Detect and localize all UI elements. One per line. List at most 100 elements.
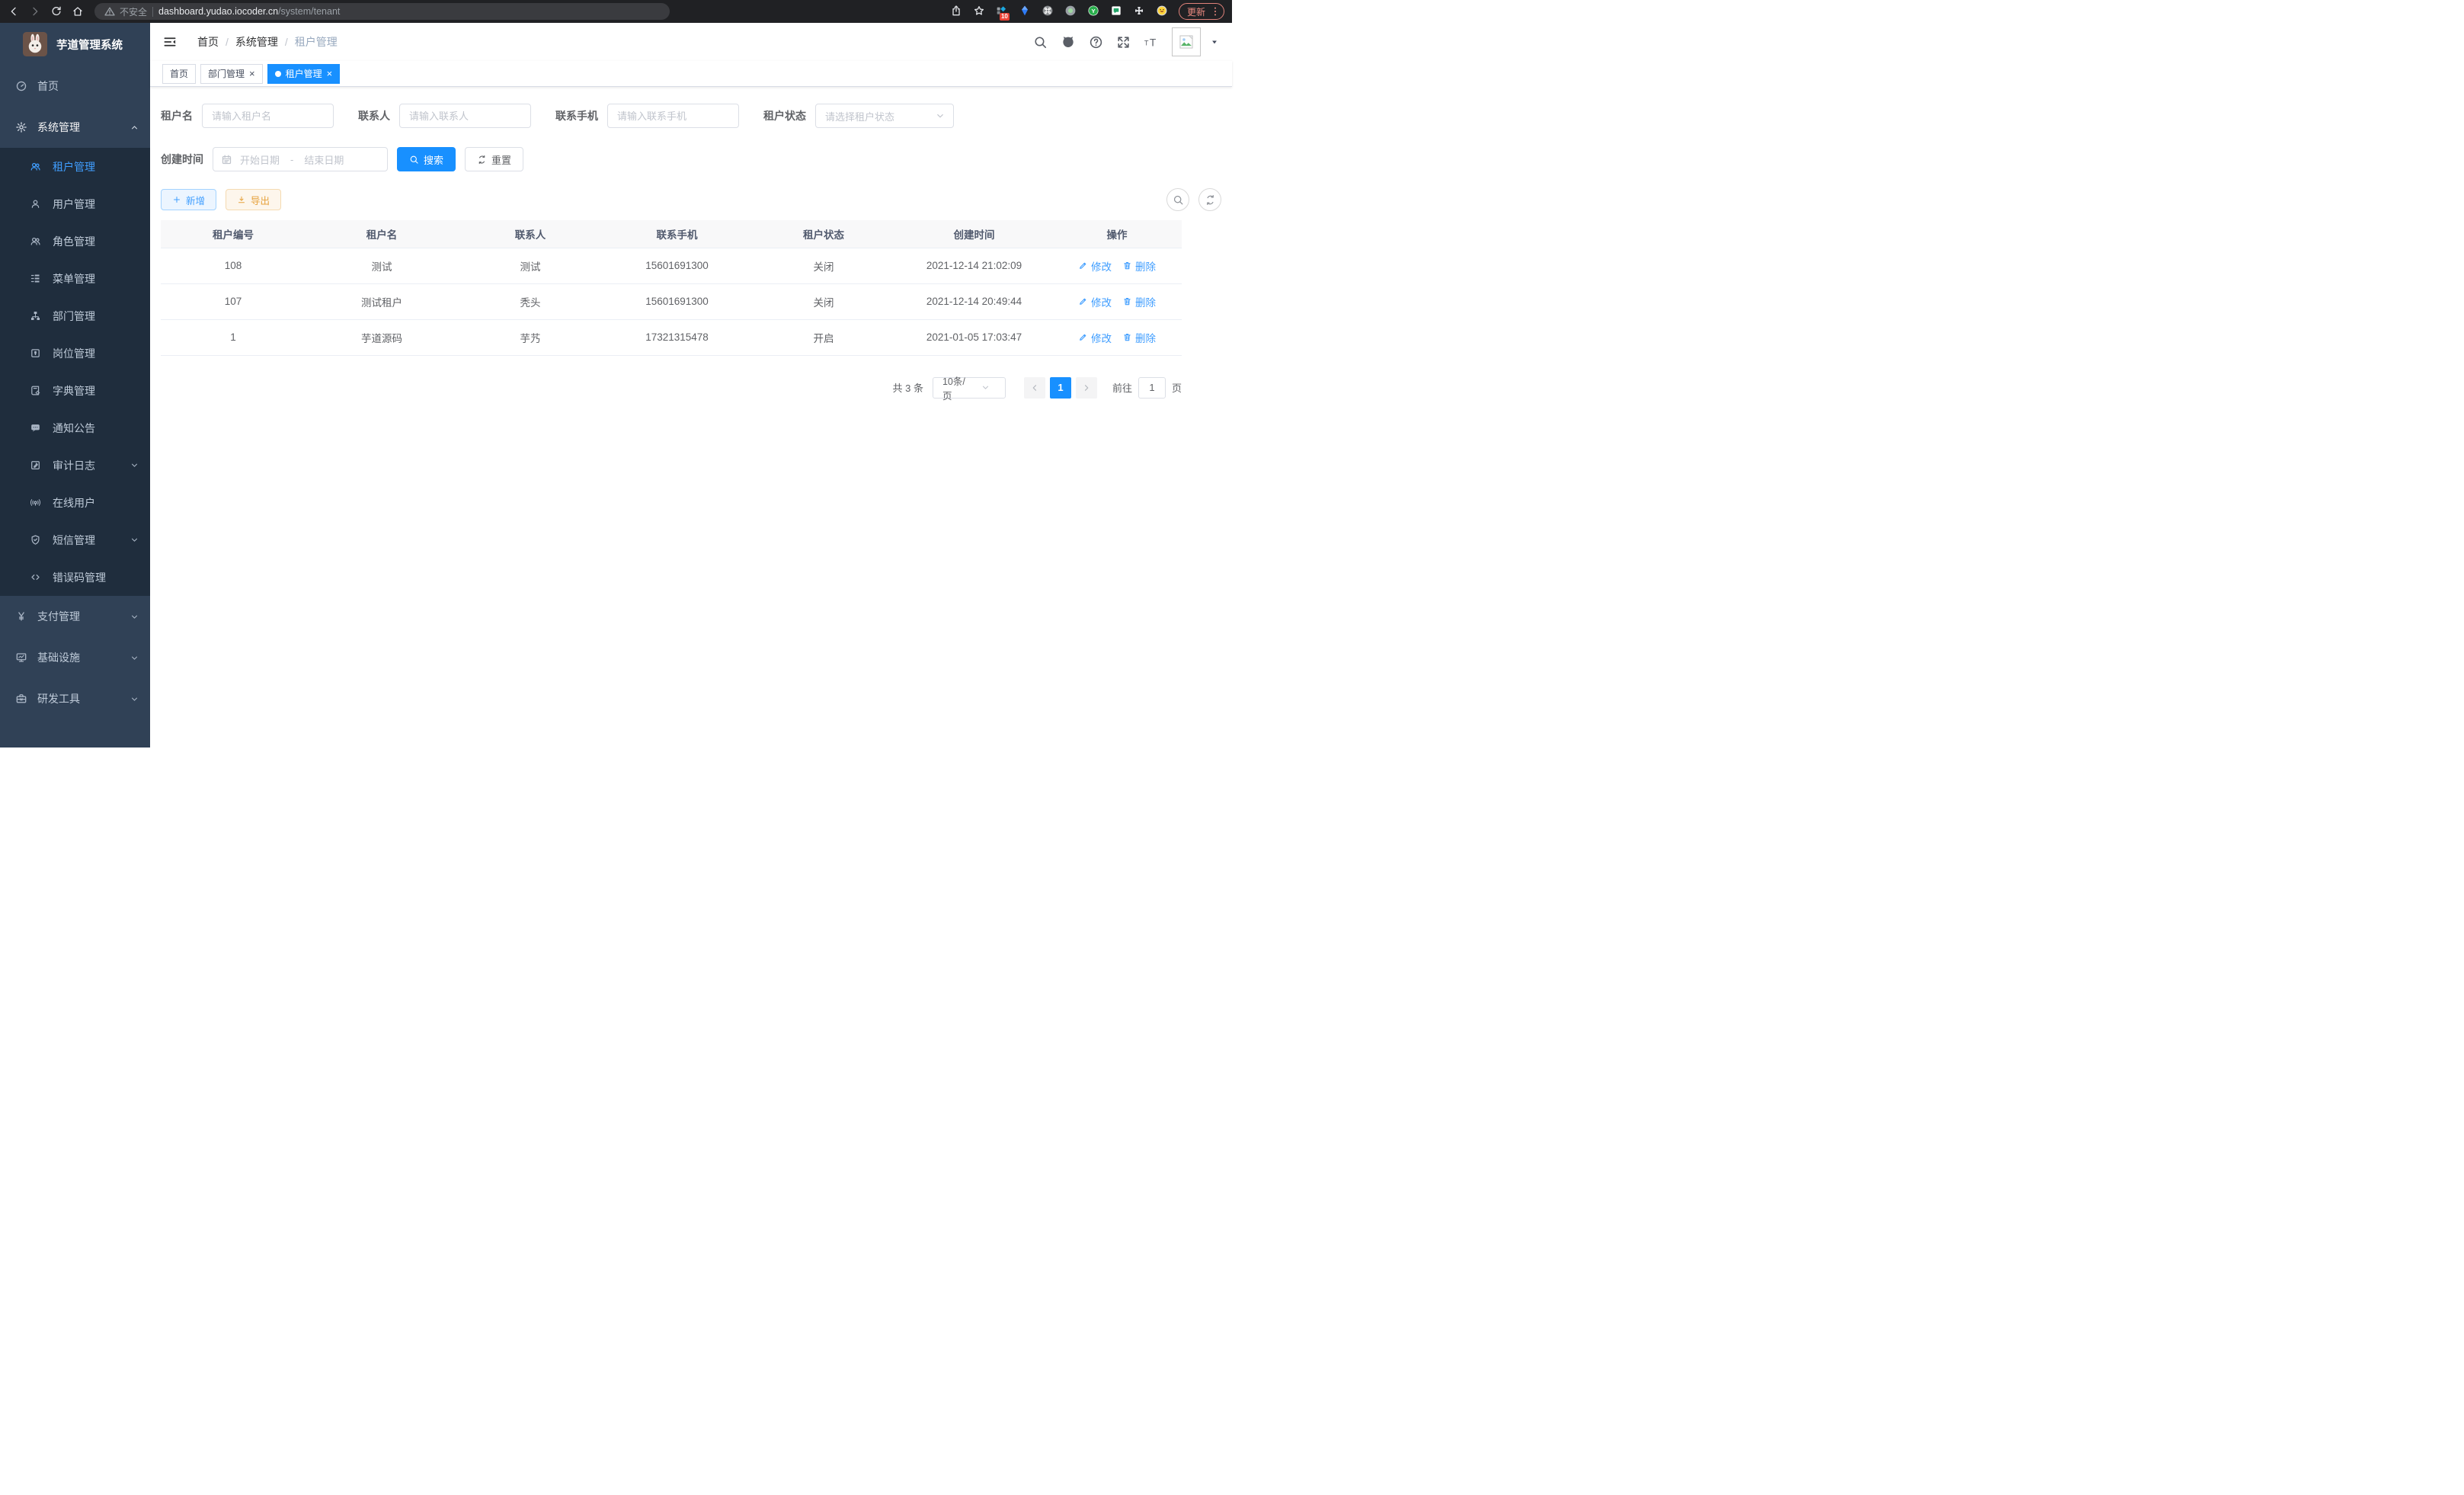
- chevron-down-icon: [130, 694, 139, 704]
- url-host: dashboard.yudao.iocoder.cn: [158, 6, 278, 17]
- avatar-dropdown-caret-icon[interactable]: [1209, 37, 1220, 47]
- extension-dot-icon[interactable]: [1064, 5, 1079, 19]
- chevron-down-icon: [130, 653, 139, 663]
- export-button-label: 导出: [251, 193, 270, 207]
- github-icon[interactable]: [1061, 34, 1076, 50]
- edit-link-label: 修改: [1091, 330, 1112, 345]
- edit-link[interactable]: 修改: [1078, 294, 1112, 309]
- filter-contact: 联系人: [358, 104, 531, 128]
- sidebar-item-12[interactable]: 短信管理: [0, 521, 150, 559]
- edit-link[interactable]: 修改: [1078, 330, 1112, 345]
- cell-created_at: 2021-01-05 17:03:47: [896, 319, 1052, 355]
- extension-kite-icon[interactable]: [1019, 5, 1033, 19]
- reset-button[interactable]: 重置: [465, 147, 523, 171]
- sidebar-item-2[interactable]: 租户管理: [0, 148, 150, 185]
- breadcrumb: 首页 / 系统管理 / 租户管理: [197, 34, 338, 50]
- profile-avatar-icon[interactable]: [1156, 5, 1170, 19]
- extension-chat-icon[interactable]: [1110, 5, 1125, 19]
- sidebar-item-1[interactable]: 系统管理: [0, 107, 150, 148]
- user-icon: [30, 198, 41, 210]
- status-select[interactable]: 请选择租户状态: [815, 104, 954, 128]
- delete-link[interactable]: 删除: [1122, 258, 1156, 274]
- address-bar[interactable]: 不安全 dashboard.yudao.iocoder.cn/system/te…: [94, 3, 670, 20]
- mobile-input[interactable]: [607, 104, 739, 128]
- browser-forward-icon[interactable]: [27, 4, 43, 19]
- people-icon: [30, 161, 41, 172]
- sidebar-item-9[interactable]: 通知公告: [0, 409, 150, 447]
- page-number-1[interactable]: 1: [1050, 377, 1071, 399]
- yen-icon: [15, 610, 27, 623]
- page-content: 租户名 联系人 联系手机 租户状态 请选择租户状态: [150, 87, 1232, 748]
- extension-y-icon[interactable]: Y: [1087, 5, 1102, 19]
- sidebar-item-16[interactable]: 研发工具: [0, 678, 150, 719]
- browser-menu-icon[interactable]: [1209, 5, 1221, 18]
- search-button[interactable]: 搜索: [397, 147, 456, 171]
- tab-close-icon[interactable]: ×: [327, 69, 333, 78]
- screen: 不安全 dashboard.yudao.iocoder.cn/system/te…: [0, 0, 1232, 748]
- extension-command-icon[interactable]: [1042, 5, 1056, 19]
- tab-0[interactable]: 首页: [162, 64, 196, 84]
- sidebar-item-label: 用户管理: [53, 197, 139, 212]
- sidebar-item-14[interactable]: 支付管理: [0, 596, 150, 637]
- extension-grid-diamond-icon[interactable]: 10: [996, 5, 1010, 19]
- tenant-name-input[interactable]: [202, 104, 334, 128]
- edit-link[interactable]: 修改: [1078, 258, 1112, 274]
- sidebar-item-7[interactable]: 岗位管理: [0, 335, 150, 372]
- sidebar-item-label: 研发工具: [37, 691, 120, 706]
- refresh-table-button[interactable]: [1198, 188, 1221, 211]
- sidebar-item-8[interactable]: 字典管理: [0, 372, 150, 409]
- extensions-puzzle-icon[interactable]: [1133, 5, 1147, 19]
- prev-page-button[interactable]: [1024, 377, 1045, 399]
- tab-label: 租户管理: [286, 67, 322, 80]
- sidebar-item-5[interactable]: 菜单管理: [0, 260, 150, 297]
- pencil-icon: [1078, 332, 1088, 342]
- font-size-icon[interactable]: TT: [1144, 34, 1159, 50]
- filter-mobile: 联系手机: [555, 104, 739, 128]
- browser-reload-icon[interactable]: [49, 4, 64, 19]
- next-page-button[interactable]: [1076, 377, 1097, 399]
- sidebar-item-10[interactable]: 审计日志: [0, 447, 150, 484]
- browser-back-icon[interactable]: [6, 4, 21, 19]
- sidebar-item-0[interactable]: 首页: [0, 66, 150, 107]
- header-search-icon[interactable]: [1033, 35, 1048, 50]
- page-size-select[interactable]: 10条/页: [933, 377, 1006, 399]
- tags-view-bar: 首页部门管理× 租户管理 ×: [150, 61, 1232, 87]
- share-icon[interactable]: [950, 5, 965, 19]
- tab-close-icon[interactable]: ×: [249, 69, 255, 78]
- delete-link[interactable]: 删除: [1122, 294, 1156, 309]
- hamburger-icon[interactable]: [162, 34, 178, 50]
- help-icon[interactable]: [1089, 35, 1103, 50]
- sidebar-item-3[interactable]: 用户管理: [0, 185, 150, 222]
- svg-text:T: T: [1144, 40, 1149, 47]
- sidebar-item-15[interactable]: 基础设施: [0, 637, 150, 678]
- breadcrumb-home[interactable]: 首页: [197, 34, 219, 50]
- date-range-picker[interactable]: 开始日期 - 结束日期: [213, 147, 388, 171]
- contact-input[interactable]: [399, 104, 531, 128]
- sidebar-item-4[interactable]: 角色管理: [0, 222, 150, 260]
- cell-created_at: 2021-12-14 21:02:09: [896, 248, 1052, 283]
- goto-page-input[interactable]: [1138, 377, 1166, 399]
- security-indicator[interactable]: 不安全: [104, 5, 147, 18]
- table-body: 108测试测试15601691300关闭2021-12-14 21:02:09修…: [161, 248, 1182, 355]
- export-button[interactable]: 导出: [226, 189, 281, 210]
- sidebar-logo[interactable]: 芋道管理系统: [0, 23, 150, 66]
- browser-actions: 10 Y 更新: [950, 3, 1224, 20]
- cell-mobile: 15601691300: [603, 283, 751, 319]
- user-avatar[interactable]: [1172, 27, 1201, 56]
- breadcrumb-system[interactable]: 系统管理: [235, 34, 278, 50]
- browser-home-icon[interactable]: [70, 4, 85, 19]
- url-divider: [152, 7, 153, 17]
- fullscreen-icon[interactable]: [1116, 35, 1131, 50]
- toggle-search-button[interactable]: [1166, 188, 1189, 211]
- add-button[interactable]: 新增: [161, 189, 216, 210]
- bookmark-star-icon[interactable]: [973, 5, 987, 19]
- tab-2[interactable]: 租户管理 ×: [267, 64, 341, 84]
- delete-link[interactable]: 删除: [1122, 330, 1156, 345]
- refresh-icon: [1205, 194, 1216, 206]
- browser-update-button[interactable]: 更新: [1179, 3, 1224, 20]
- download-icon: [237, 195, 246, 204]
- sidebar-item-11[interactable]: 在线用户: [0, 484, 150, 521]
- sidebar-item-13[interactable]: 错误码管理: [0, 559, 150, 596]
- tab-1[interactable]: 部门管理×: [200, 64, 263, 84]
- sidebar-item-6[interactable]: 部门管理: [0, 297, 150, 335]
